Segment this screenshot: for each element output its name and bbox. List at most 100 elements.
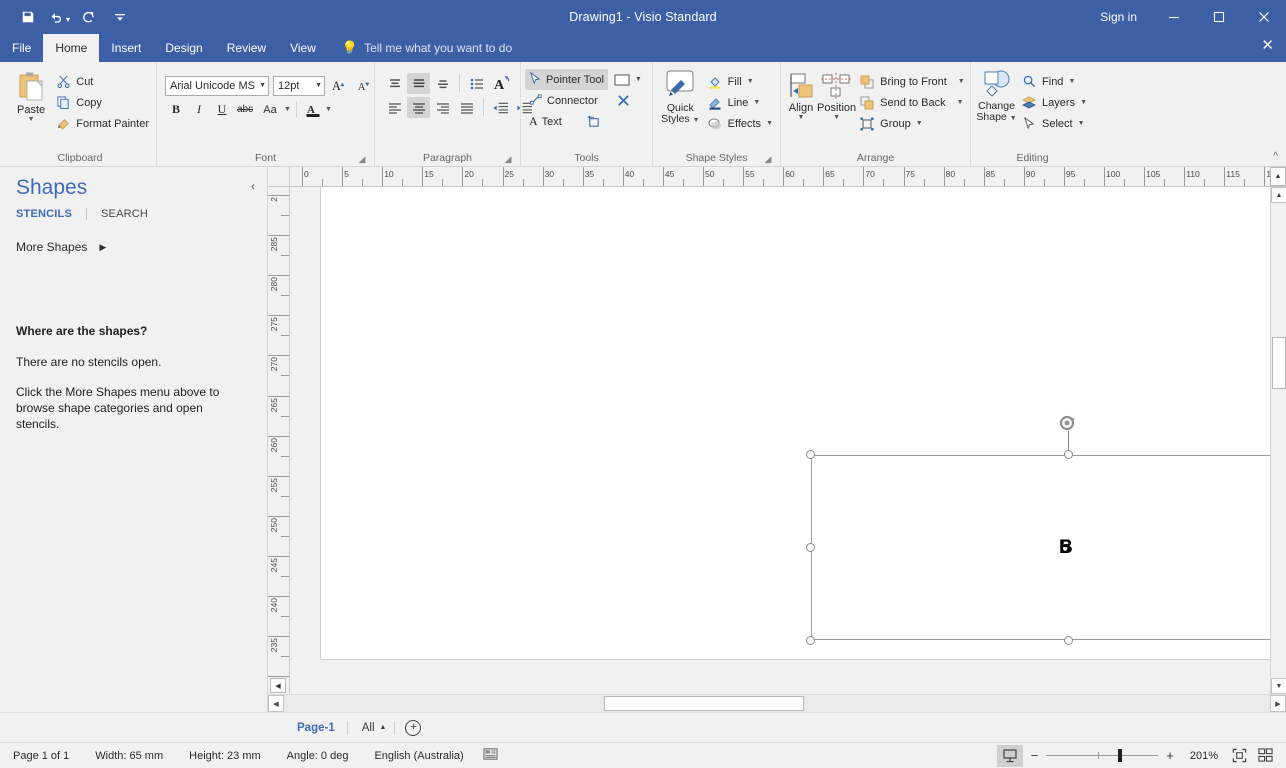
pointer-tool-button[interactable]: Pointer Tool [525,69,608,90]
underline-button[interactable]: U [211,99,233,120]
selected-shape[interactable]: 5 B [806,415,1270,645]
redo-icon[interactable] [74,4,102,30]
undo-dropdown-icon[interactable]: ▾ [66,15,70,24]
rotation-handle-icon[interactable] [1058,413,1078,438]
font-color-button[interactable]: A [302,99,324,120]
justify-icon[interactable] [455,97,478,118]
grow-font-button[interactable]: A [329,75,350,96]
send-to-back-button[interactable]: Send to Back ▼ [856,92,968,113]
scroll-right-arrow-icon[interactable]: ▶ [1270,695,1286,712]
bold-button[interactable]: B [165,99,187,120]
all-pages-menu[interactable]: All ▲ [348,722,395,734]
collapse-panel-icon[interactable]: ‹ [251,179,255,193]
sign-in-button[interactable]: Sign in [1086,10,1151,24]
align-button[interactable]: Align ▼ [785,67,817,121]
horizontal-ruler[interactable]: 0 5 10 15 20 25 30 35 40 45 50 55 60 65 70 75 80 85 90 95 10… [268,167,1286,187]
scroll-left-button[interactable]: ◀ [270,678,286,693]
zoom-control[interactable]: − + [1023,749,1182,762]
font-dialog-launcher[interactable]: ◢ [356,153,368,165]
vertical-scroll-thumb[interactable] [1272,337,1286,389]
rectangle-tool-icon[interactable] [612,69,635,90]
page-tab-page-1[interactable]: Page-1 [285,722,347,734]
scroll-up-button[interactable]: ▲ [1270,167,1286,186]
layers-dropdown-icon[interactable]: ▼ [1080,99,1087,106]
line-dropdown-icon[interactable]: ▼ [753,99,760,106]
tab-stencils[interactable]: STENCILS [16,208,72,220]
cut-button[interactable]: Cut [52,71,152,92]
align-top-icon[interactable] [383,73,406,94]
select-dropdown-icon[interactable]: ▼ [1078,120,1085,127]
group-dropdown-icon[interactable]: ▼ [916,120,923,127]
fill-button[interactable]: Fill ▼ [704,71,776,92]
bring-to-front-button[interactable]: Bring to Front ▼ [856,71,968,92]
copy-button[interactable]: Copy [52,92,152,113]
format-painter-button[interactable]: Format Painter [52,113,152,134]
zoom-in-button[interactable]: + [1166,749,1174,762]
close-icon[interactable] [1241,0,1286,34]
more-shapes-menu[interactable]: More Shapes ▶ [0,220,267,254]
italic-button[interactable]: I [188,99,210,120]
scroll-up-arrow-icon[interactable]: ▲ [1271,187,1286,203]
position-dropdown-icon[interactable]: ▼ [833,114,840,121]
align-left-icon[interactable] [383,97,406,118]
paste-dropdown-icon[interactable]: ▼ [28,116,35,123]
zoom-slider[interactable] [1046,749,1159,762]
change-shape-button[interactable]: Change Shape ▼ [975,67,1018,124]
customize-qat-icon[interactable] [106,4,134,30]
tab-design[interactable]: Design [153,34,214,62]
text-direction-icon[interactable]: A [489,73,515,94]
paragraph-dialog-launcher[interactable]: ◢ [502,153,514,165]
tab-insert[interactable]: Insert [99,34,153,62]
status-language[interactable]: English (Australia) [361,750,476,762]
resize-handle-nw[interactable] [806,450,815,459]
align-middle-icon[interactable] [407,73,430,94]
maximize-icon[interactable] [1196,0,1241,34]
strikethrough-button[interactable]: abc [234,99,256,120]
quick-styles-button[interactable]: Quick Styles ▼ [657,67,704,126]
send-to-back-dropdown-icon[interactable]: ▼ [957,99,964,106]
resize-handle-w[interactable] [806,543,815,552]
tab-home[interactable]: Home [43,34,100,62]
shape-styles-dialog-launcher[interactable]: ◢ [762,153,774,165]
canvas[interactable]: 5 B [290,187,1270,694]
decrease-indent-icon[interactable] [489,97,512,118]
save-icon[interactable] [14,4,42,30]
crop-tool-icon[interactable] [582,111,605,132]
connector-button[interactable]: Connector [525,90,602,111]
zoom-slider-thumb[interactable] [1118,749,1123,762]
macro-recorder-icon[interactable] [477,747,504,764]
font-name-combo[interactable]: Arial Unicode MS ▼ [165,75,269,96]
bring-to-front-dropdown-icon[interactable]: ▼ [958,78,965,85]
tab-view[interactable]: View [278,34,328,62]
full-screen-icon[interactable] [1252,745,1278,767]
fit-page-icon[interactable] [1226,745,1252,767]
align-right-icon[interactable] [431,97,454,118]
font-color-dropdown-icon[interactable]: ▼ [325,106,332,113]
shrink-font-button[interactable]: A [354,75,375,96]
rectangle-tool-dropdown-icon[interactable]: ▼ [635,76,642,83]
horizontal-scroll-track[interactable] [284,695,1270,712]
tab-search[interactable]: SEARCH [101,208,148,220]
select-button[interactable]: Select ▼ [1018,113,1090,134]
presentation-view-icon[interactable] [996,744,1023,767]
resize-handle-s[interactable] [1064,636,1073,645]
tell-me-search[interactable]: 💡 Tell me what you want to do [328,34,512,62]
scroll-down-arrow-icon[interactable]: ▼ [1271,678,1286,694]
change-case-button[interactable]: Aa [257,99,283,120]
group-button[interactable]: Group ▼ [856,113,968,134]
align-dropdown-icon[interactable]: ▼ [798,114,805,121]
bullets-icon[interactable] [465,73,488,94]
vertical-scrollbar[interactable]: ▲ ▼ [1270,187,1286,694]
effects-dropdown-icon[interactable]: ▼ [766,120,773,127]
change-shape-dropdown-icon[interactable]: ▼ [1010,115,1017,122]
zoom-percent[interactable]: 201% [1182,750,1226,762]
scroll-left-arrow-icon[interactable]: ◀ [268,695,284,712]
align-center-icon[interactable] [407,97,430,118]
horizontal-scroll-thumb[interactable] [604,696,804,711]
drawing-page[interactable]: 5 B [320,187,1270,660]
add-page-button[interactable]: + [405,719,422,736]
font-size-combo[interactable]: 12pt ▼ [273,75,325,96]
close-document-icon[interactable]: ✕ [1261,38,1274,53]
resize-handle-n[interactable] [1064,450,1073,459]
find-button[interactable]: Find ▼ [1018,71,1090,92]
